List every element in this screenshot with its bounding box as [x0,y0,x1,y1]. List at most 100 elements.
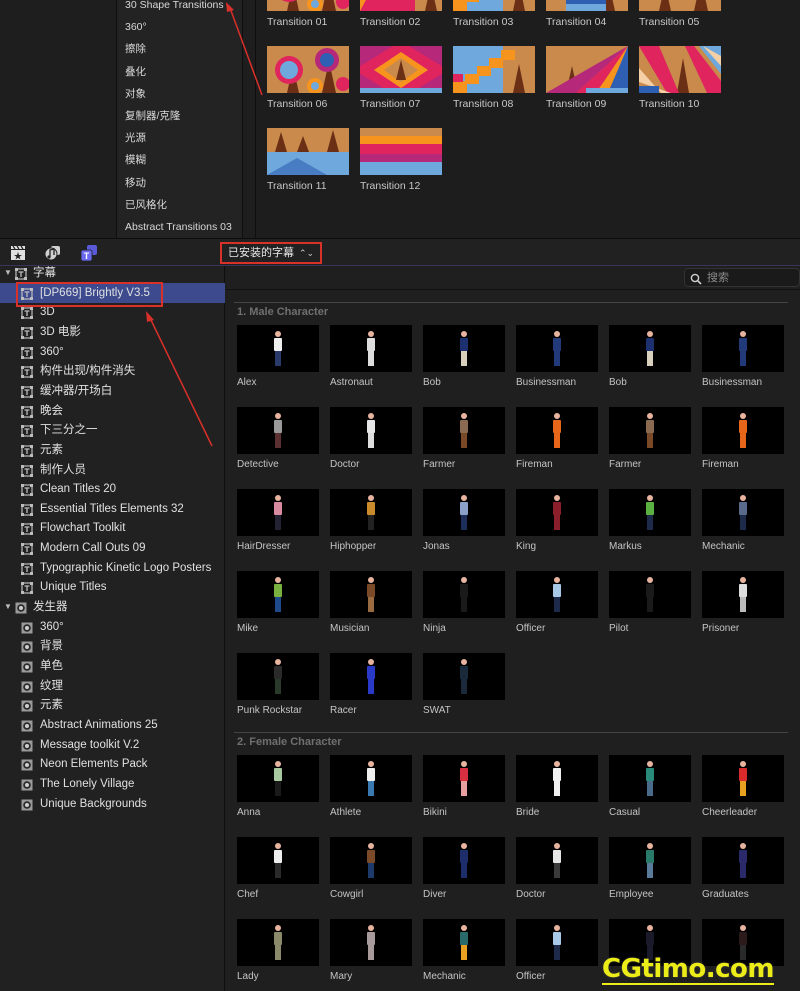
sidebar-item[interactable]: 制作人员 [0,460,225,480]
transition-category-item[interactable]: 对象 [125,83,146,105]
character-thumbnail[interactable] [330,571,412,618]
search-field[interactable] [684,268,800,287]
character-tile[interactable] [609,919,691,971]
sidebar-item[interactable]: 背景 [0,636,225,656]
character-tile[interactable]: Cowgirl [330,837,412,900]
sidebar-item[interactable]: Neon Elements Pack [0,754,225,774]
character-thumbnail[interactable] [237,407,319,454]
character-tile[interactable]: Mike [237,571,319,634]
character-tile[interactable]: Mary [330,919,412,982]
character-thumbnail[interactable] [423,919,505,966]
transition-tile[interactable]: Transition 01 [267,0,349,28]
sidebar-group-generators[interactable]: ▼ 发生器 [0,597,225,617]
sidebar-item[interactable]: Unique Titles [0,577,225,597]
sidebar-item[interactable]: 3D [0,302,225,322]
character-tile[interactable]: Punk Rockstar [237,653,319,716]
character-thumbnail[interactable] [516,571,598,618]
character-tile[interactable]: Businessman [702,325,784,388]
character-thumbnail[interactable] [330,325,412,372]
character-thumbnail[interactable] [423,755,505,802]
sidebar-item[interactable]: 晚会 [0,401,225,421]
transition-category-item[interactable]: 模糊 [125,149,146,171]
character-thumbnail[interactable] [330,653,412,700]
character-thumbnail[interactable] [516,407,598,454]
transition-tile[interactable]: Transition 09 [546,46,628,110]
transition-thumbnail[interactable] [267,128,349,175]
character-thumbnail[interactable] [330,489,412,536]
character-thumbnail[interactable] [516,325,598,372]
character-tile[interactable]: Graduates [702,837,784,900]
character-thumbnail[interactable] [702,837,784,884]
character-thumbnail[interactable] [423,653,505,700]
character-thumbnail[interactable] [423,407,505,454]
sidebar-item[interactable]: 360° [0,342,225,362]
search-input[interactable] [707,270,797,285]
transition-thumbnail[interactable] [546,46,628,93]
transition-tile[interactable]: Transition 10 [639,46,721,110]
character-thumbnail[interactable] [237,325,319,372]
character-tile[interactable] [702,919,784,971]
transition-tile[interactable]: Transition 02 [360,0,442,28]
sidebar-item[interactable]: 下三分之一 [0,420,225,440]
character-tile[interactable]: Officer [516,571,598,634]
sidebar-item[interactable]: 缓冲器/开场白 [0,381,225,401]
clapper-star-icon[interactable] [9,244,27,262]
sidebar-item[interactable]: Unique Backgrounds [0,794,225,814]
character-thumbnail[interactable] [237,919,319,966]
character-tile[interactable]: Alex [237,325,319,388]
transition-thumbnail[interactable] [453,46,535,93]
transition-thumbnail[interactable] [360,0,442,11]
transition-category-item[interactable]: 光源 [125,127,146,149]
character-tile[interactable]: Casual [609,755,691,818]
sidebar-group-titles[interactable]: ▼ 字幕 [0,263,225,283]
character-tile[interactable]: Employee [609,837,691,900]
character-thumbnail[interactable] [330,837,412,884]
transition-thumbnail[interactable] [267,0,349,11]
character-thumbnail[interactable] [330,407,412,454]
transition-tile[interactable]: Transition 06 [267,46,349,110]
character-tile[interactable]: Jonas [423,489,505,552]
transition-category-item[interactable]: 叠化 [125,61,146,83]
transition-tile[interactable]: Transition 08 [453,46,535,110]
transition-thumbnail[interactable] [639,0,721,11]
character-thumbnail[interactable] [702,755,784,802]
transition-tile[interactable]: Transition 12 [360,128,442,192]
sidebar-item[interactable]: The Lonely Village [0,774,225,794]
character-tile[interactable]: Diver [423,837,505,900]
sidebar-item[interactable]: 构件出现/构件消失 [0,361,225,381]
character-tile[interactable]: Bob [609,325,691,388]
character-thumbnail[interactable] [609,755,691,802]
character-tile[interactable]: Doctor [330,407,412,470]
sidebar-item[interactable]: Modern Call Outs 09 [0,538,225,558]
character-thumbnail[interactable] [609,325,691,372]
character-tile[interactable]: Fireman [702,407,784,470]
transition-thumbnail[interactable] [546,0,628,11]
character-thumbnail[interactable] [237,837,319,884]
character-tile[interactable]: Fireman [516,407,598,470]
character-thumbnail[interactable] [609,407,691,454]
transition-thumbnail[interactable] [360,46,442,93]
transition-thumbnail[interactable] [267,46,349,93]
transition-tile[interactable]: Transition 03 [453,0,535,28]
transition-thumbnail[interactable] [639,46,721,93]
sidebar-item[interactable]: 单色 [0,656,225,676]
character-thumbnail[interactable] [330,919,412,966]
character-thumbnail[interactable] [516,489,598,536]
character-tile[interactable]: Mechanic [702,489,784,552]
transition-category-item[interactable]: 复制器/克隆 [125,105,180,127]
character-thumbnail[interactable] [423,571,505,618]
character-tile[interactable]: Bride [516,755,598,818]
character-thumbnail[interactable] [237,571,319,618]
transition-thumbnail[interactable] [360,128,442,175]
character-tile[interactable]: Farmer [423,407,505,470]
transition-tile[interactable]: Transition 04 [546,0,628,28]
sidebar-item[interactable]: [DP669] Brightly V3.5 [0,282,225,303]
transition-category-item[interactable]: 擦除 [125,38,146,60]
character-tile[interactable]: Prisoner [702,571,784,634]
character-tile[interactable]: Doctor [516,837,598,900]
music-photo-icon[interactable] [44,244,62,262]
character-thumbnail[interactable] [237,755,319,802]
sidebar-item[interactable]: 元素 [0,440,225,460]
character-tile[interactable]: Hiphopper [330,489,412,552]
character-thumbnail[interactable] [330,755,412,802]
